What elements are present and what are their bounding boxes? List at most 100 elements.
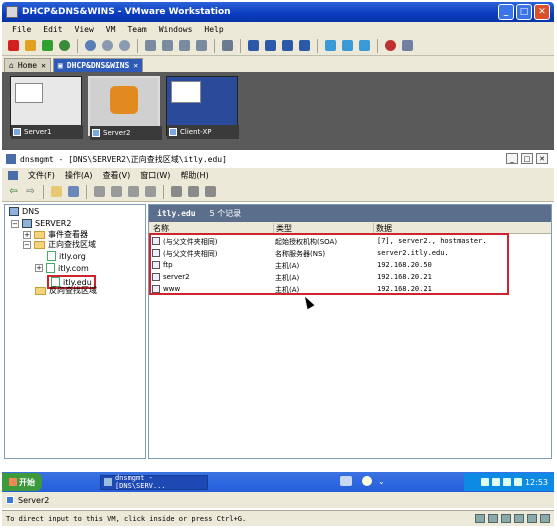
close-tab-icon[interactable]: ✕: [41, 61, 46, 70]
chevron-down-icon[interactable]: ⌄: [378, 477, 385, 486]
hdd-icon[interactable]: [475, 514, 485, 523]
mmc-minimize-button[interactable]: _: [506, 153, 518, 164]
sound-icon[interactable]: [540, 514, 550, 523]
properties-icon[interactable]: [92, 184, 107, 199]
mmc-close-button[interactable]: ✕: [536, 153, 548, 164]
snapshot-icon[interactable]: [83, 38, 98, 53]
mmc-menu-help[interactable]: 帮助(H): [180, 170, 208, 181]
record-icon-2[interactable]: [203, 184, 218, 199]
vm-icon: [169, 128, 177, 136]
back-icon[interactable]: ⇦: [6, 184, 21, 199]
menu-edit[interactable]: Edit: [43, 25, 62, 34]
revert-snapshot-icon[interactable]: [100, 38, 115, 53]
tree-item-forward-zones[interactable]: − 正向查找区域: [23, 239, 96, 250]
preferences-icon[interactable]: [400, 38, 415, 53]
tray-icon-1[interactable]: [480, 478, 489, 486]
vmware-title-bar: DHCP&DNS&WINS - VMware Workstation _ □ ✕: [2, 2, 554, 22]
maximize-button[interactable]: □: [516, 4, 532, 20]
start-button[interactable]: 开始: [2, 473, 42, 491]
full-screen-icon[interactable]: [280, 38, 295, 53]
tab-home[interactable]: ⌂ Home ✕: [4, 58, 51, 72]
start-label: 开始: [19, 477, 35, 487]
thumbnail-client-xp[interactable]: Client-XP: [166, 76, 239, 139]
help-tray-icon[interactable]: [362, 476, 372, 486]
menu-team[interactable]: Team: [127, 25, 146, 34]
team-icon-5[interactable]: [220, 38, 235, 53]
folder-icon: [35, 286, 46, 295]
cdrom-icon[interactable]: [488, 514, 498, 523]
team-icon-4[interactable]: [194, 38, 209, 53]
server-icon[interactable]: [169, 184, 184, 199]
tab-vm[interactable]: ▣ DHCP&DNS&WINS ✕: [52, 58, 144, 72]
console-tree: DNS − SERVER2 + 事件查看器 − 正向查找区域 itly.org …: [4, 204, 146, 459]
mmc-menu-file[interactable]: 文件(F): [28, 170, 55, 181]
team-icon-1[interactable]: [143, 38, 158, 53]
thumbnail-label: Client-XP: [180, 128, 212, 136]
tree-item-zone-com[interactable]: + itly.com: [35, 263, 89, 273]
mmc-menu-view[interactable]: 查看(V): [103, 170, 131, 181]
mmc-maximize-button[interactable]: □: [521, 153, 533, 164]
forward-icon[interactable]: ⇨: [23, 184, 38, 199]
console-view-icon[interactable]: [323, 38, 338, 53]
mmc-menu-window[interactable]: 窗口(W): [140, 170, 170, 181]
minimize-button[interactable]: _: [498, 4, 514, 20]
team-icon-3[interactable]: [177, 38, 192, 53]
close-button[interactable]: ✕: [534, 4, 550, 20]
reset-icon[interactable]: [57, 38, 72, 53]
show-tree-icon[interactable]: [66, 184, 81, 199]
up-icon[interactable]: [49, 184, 64, 199]
export-list-icon[interactable]: [126, 184, 141, 199]
records-highlight-box: [149, 233, 509, 295]
system-tray: 12:53: [464, 473, 554, 491]
mmc-menu-action[interactable]: 操作(A): [65, 170, 93, 181]
column-header-type[interactable]: 类型: [273, 223, 292, 233]
suspend-icon[interactable]: [23, 38, 38, 53]
expand-icon[interactable]: +: [23, 230, 31, 239]
network-icon[interactable]: [514, 514, 524, 523]
menu-vm[interactable]: VM: [106, 25, 116, 34]
close-tab-icon[interactable]: ✕: [133, 61, 138, 70]
toolbar-divider: [137, 38, 138, 53]
collapse-icon[interactable]: −: [11, 219, 19, 228]
menu-file[interactable]: File: [12, 25, 31, 34]
sidebar-view-icon[interactable]: [246, 38, 261, 53]
snapshot-manager-icon[interactable]: [117, 38, 132, 53]
taskbar-item-dnsmgmt[interactable]: dnsmgmt - [DNS\SERV...: [100, 474, 208, 490]
vm-tab-icon: ▣: [57, 61, 63, 70]
vm-icon: [13, 128, 21, 136]
column-header-data[interactable]: 数据: [373, 223, 392, 233]
home-icon: ⌂: [9, 61, 14, 70]
mmc-title-bar: dnsmgmt - [DNS\SERVER2\正向查找区域\itly.edu] …: [2, 152, 554, 166]
usb-icon[interactable]: [527, 514, 537, 523]
tree-item-reverse-zones[interactable]: 反向查找区域: [35, 285, 97, 296]
collapse-icon[interactable]: −: [23, 240, 31, 249]
list-icon[interactable]: [186, 184, 201, 199]
unity-icon[interactable]: [297, 38, 312, 53]
tray-icon-2[interactable]: [491, 478, 500, 486]
thumbnail-server2[interactable]: Server2: [88, 76, 162, 140]
tray-icon-3[interactable]: [502, 478, 511, 486]
refresh-icon[interactable]: [109, 184, 124, 199]
power-on-icon[interactable]: [40, 38, 55, 53]
expand-icon[interactable]: +: [35, 264, 43, 272]
menu-view[interactable]: View: [75, 25, 94, 34]
team-icon-2[interactable]: [160, 38, 175, 53]
quick-launch-icon[interactable]: [340, 476, 352, 486]
tray-icon-4[interactable]: [513, 478, 522, 486]
record-icon[interactable]: [383, 38, 398, 53]
thumbnail-server1[interactable]: Server1: [10, 76, 83, 139]
tree-item-zone-org[interactable]: itly.org: [47, 251, 86, 261]
power-off-icon[interactable]: [6, 38, 21, 53]
record-count: 5 个记录: [209, 209, 242, 218]
menu-help[interactable]: Help: [204, 25, 223, 34]
quick-switch-icon[interactable]: [263, 38, 278, 53]
details-header: itly.edu 5 个记录: [149, 205, 551, 222]
floppy-icon[interactable]: [501, 514, 511, 523]
help-icon[interactable]: [143, 184, 158, 199]
tree-item-dns[interactable]: DNS: [9, 207, 39, 216]
menu-windows[interactable]: Windows: [159, 25, 193, 34]
tree-item-label: 正向查找区域: [48, 240, 96, 249]
summary-view-icon[interactable]: [340, 38, 355, 53]
appliance-view-icon[interactable]: [357, 38, 372, 53]
tree-item-server2[interactable]: − SERVER2: [11, 219, 71, 228]
